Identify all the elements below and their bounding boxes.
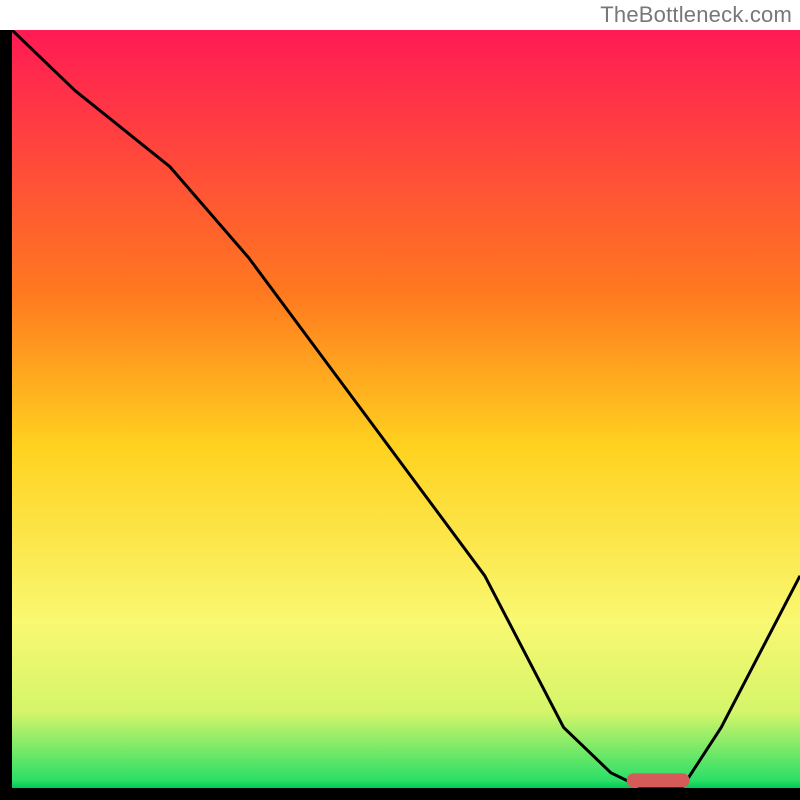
x-axis xyxy=(0,788,800,800)
chart-area xyxy=(0,30,800,800)
bottleneck-chart xyxy=(0,30,800,800)
optimal-range-marker xyxy=(627,773,690,787)
watermark-text: TheBottleneck.com xyxy=(600,2,792,28)
y-axis xyxy=(0,30,12,800)
chart-frame: TheBottleneck.com xyxy=(0,0,800,800)
gradient-background xyxy=(12,30,800,788)
